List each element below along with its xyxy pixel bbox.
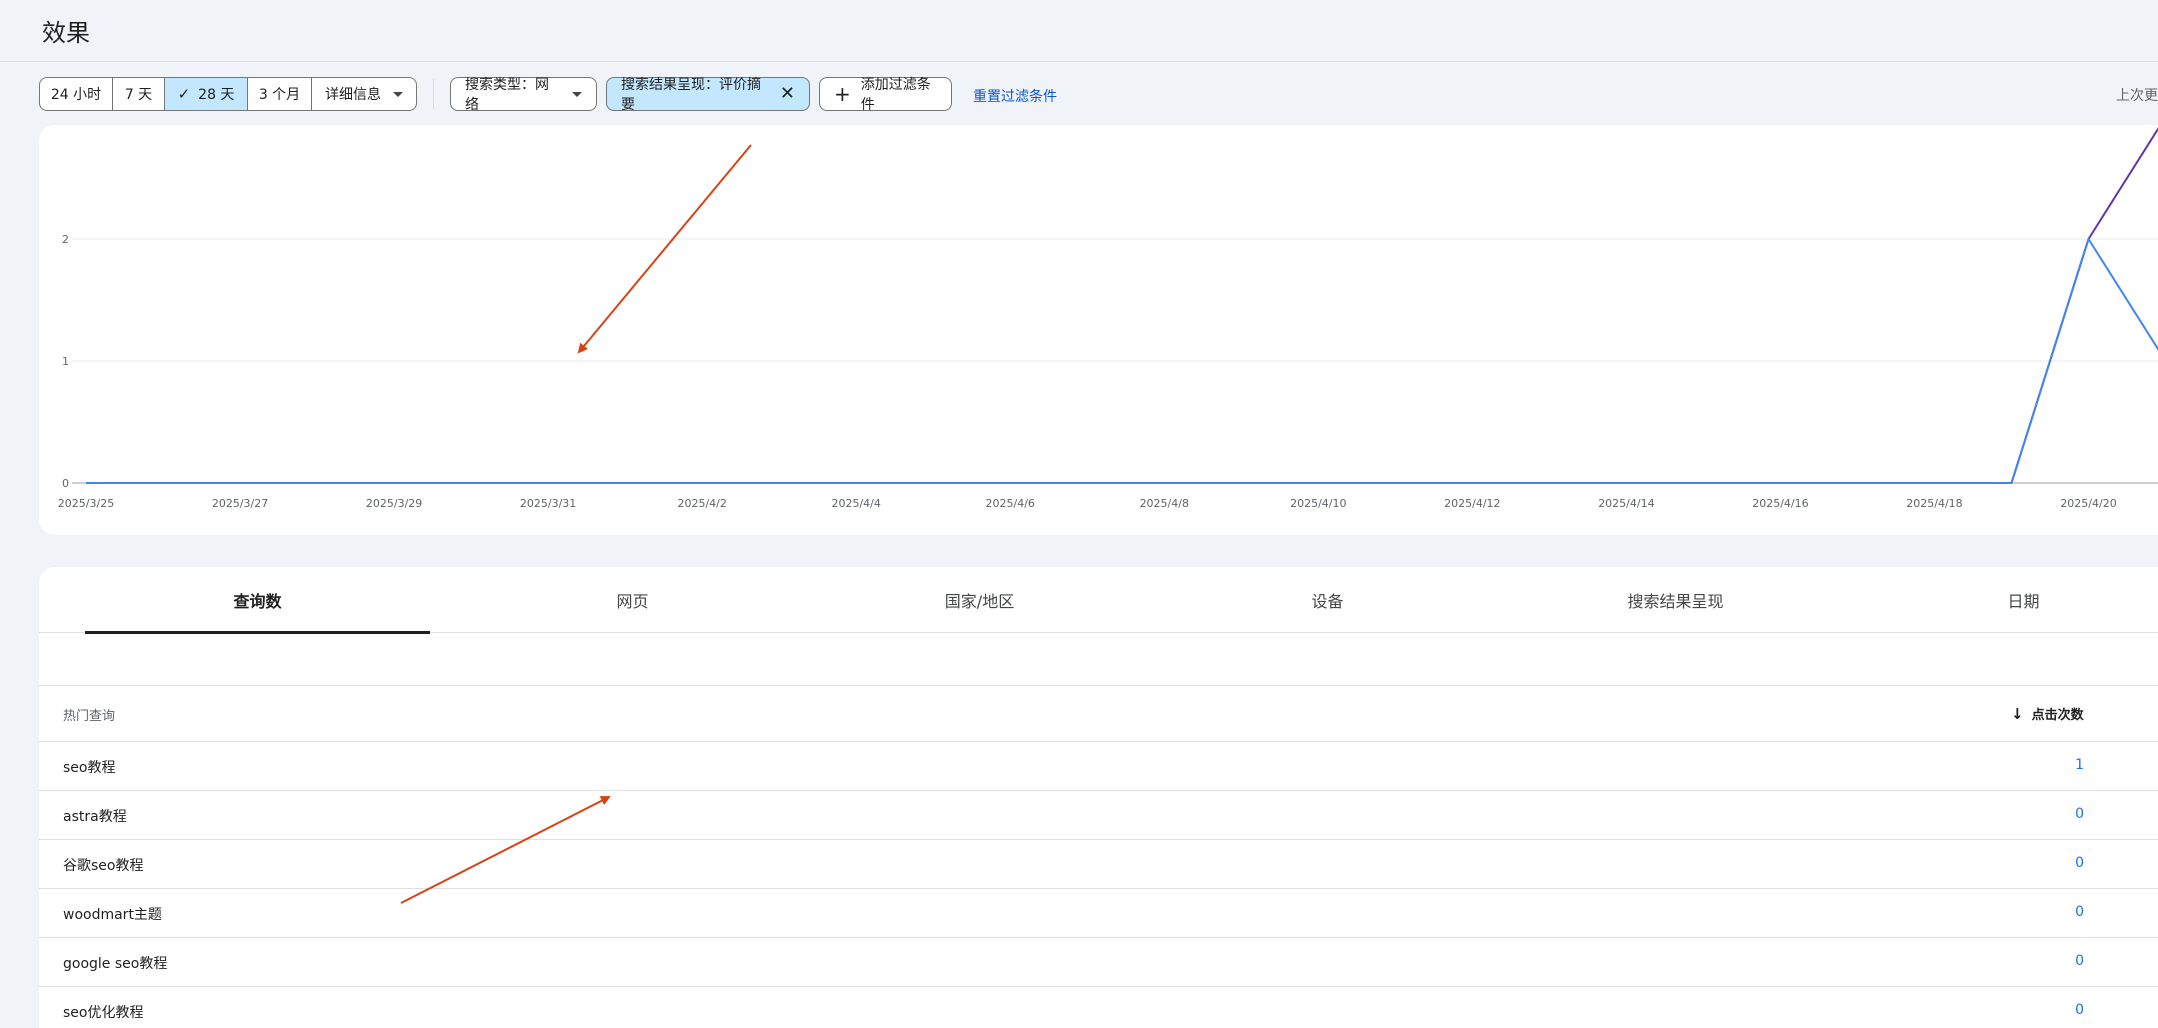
x-tick-label: 2025/4/12 — [1444, 497, 1500, 510]
x-tick-label: 2025/4/8 — [1140, 497, 1189, 510]
page-title: 效果 — [42, 19, 90, 47]
range-28d-button[interactable]: ✓ 28 天 — [165, 78, 248, 110]
table-row[interactable]: google seo教程 0 — [39, 938, 2158, 987]
range-7d-button[interactable]: 7 天 — [113, 78, 165, 110]
close-icon[interactable]: ✕ — [780, 85, 795, 103]
add-filter-button[interactable]: + 添加过滤条件 — [819, 77, 952, 113]
x-tick-label: 2025/3/27 — [212, 497, 268, 510]
x-tick-label: 2025/4/14 — [1598, 497, 1654, 510]
table-row[interactable]: seo优化教程 0 — [39, 987, 2158, 1028]
clicks-cell: 0 — [2075, 806, 2084, 822]
range-label: 28 天 — [198, 87, 235, 103]
table-toolbar — [39, 633, 2158, 686]
range-24h-button[interactable]: 24 小时 — [40, 78, 113, 110]
tab-devices[interactable]: 设备 — [1155, 567, 1500, 633]
y-tick-label: 1 — [62, 355, 69, 368]
page-header: 效果 — [0, 0, 2158, 62]
range-label: 详细信息 — [325, 87, 381, 103]
date-range-selector: 24 小时 7 天 ✓ 28 天 3 个月 详细信息 — [39, 77, 417, 111]
check-icon: ✓ — [177, 85, 191, 103]
tab-search-appearance[interactable]: 搜索结果呈现 — [1503, 567, 1848, 633]
x-tick-label: 2025/4/18 — [1906, 497, 1962, 510]
x-tick-label: 2025/4/4 — [831, 497, 880, 510]
clicks-cell: 0 — [2075, 953, 2084, 969]
filter-divider — [433, 79, 434, 109]
query-cell: astra教程 — [63, 809, 127, 825]
last-updated-text: 上次更新日期 — [2116, 88, 2158, 104]
tab-queries[interactable]: 查询数 — [85, 567, 430, 634]
chip-label: 搜索类型：网络 — [465, 77, 549, 113]
x-tick-label: 2025/3/25 — [58, 497, 114, 510]
tab-pages[interactable]: 网页 — [460, 567, 805, 633]
clicks-cell: 1 — [2075, 757, 2084, 773]
range-label: 3 个月 — [258, 87, 301, 103]
reset-filters-link[interactable]: 重置过滤条件 — [973, 86, 1057, 106]
tab-countries[interactable]: 国家/地区 — [807, 567, 1152, 633]
query-cell: woodmart主题 — [63, 907, 162, 923]
dimension-tabs: 查询数 网页 国家/地区 设备 搜索结果呈现 日期 — [39, 567, 2158, 634]
query-cell: seo优化教程 — [63, 1005, 144, 1021]
filter-bar: 24 小时 7 天 ✓ 28 天 3 个月 详细信息 搜索类型：网络 搜索结果呈现… — [39, 77, 2158, 113]
query-cell: seo教程 — [63, 760, 116, 776]
range-3m-button[interactable]: 3 个月 — [248, 78, 312, 110]
search-type-chip[interactable]: 搜索类型：网络 — [450, 77, 597, 113]
x-tick-label: 2025/4/20 — [2060, 497, 2116, 510]
performance-chart: 0 1 2 2025/3/25 2025/3/27 2025/3/29 2025/3/31 2… — [39, 125, 2158, 535]
chip-label: 搜索结果呈现：评价摘要 — [621, 77, 761, 113]
range-details-dropdown[interactable]: 详细信息 — [312, 78, 416, 110]
x-tick-label: 2025/3/29 — [366, 497, 422, 510]
table-row[interactable]: 谷歌seo教程 0 — [39, 840, 2158, 889]
clicks-cell: 0 — [2075, 855, 2084, 871]
chevron-down-icon — [572, 91, 582, 97]
header-clicks[interactable]: ↓ 点击次数 — [2011, 704, 2084, 724]
header-top-queries[interactable]: 热门查询 — [63, 705, 115, 724]
add-filter-label: 添加过滤条件 — [860, 77, 931, 113]
tab-dates[interactable]: 日期 — [1851, 567, 2158, 633]
query-cell: 谷歌seo教程 — [63, 858, 144, 874]
y-tick-label: 0 — [62, 477, 69, 490]
x-tick-label: 2025/4/2 — [677, 497, 726, 510]
table-row[interactable]: seo教程 1 — [39, 742, 2158, 791]
x-tick-label: 2025/3/31 — [520, 497, 576, 510]
plus-icon: + — [834, 82, 851, 106]
y-tick-label: 2 — [62, 233, 69, 246]
x-tick-label: 2025/4/6 — [986, 497, 1035, 510]
line-chart: 0 1 2 2025/3/25 2025/3/27 2025/3/29 2025/3/31 2… — [58, 127, 2158, 510]
table-row[interactable]: astra教程 0 — [39, 791, 2158, 840]
range-label: 7 天 — [124, 87, 153, 103]
query-cell: google seo教程 — [63, 956, 168, 972]
clicks-cell: 0 — [2075, 1002, 2084, 1018]
table-row[interactable]: woodmart主题 0 — [39, 889, 2158, 938]
range-label: 24 小时 — [50, 87, 102, 103]
header-clicks-label: 点击次数 — [2031, 708, 2084, 723]
x-tick-label: 2025/4/10 — [1290, 497, 1346, 510]
search-appearance-chip[interactable]: 搜索结果呈现：评价摘要 ✕ — [606, 77, 810, 113]
x-tick-label: 2025/4/16 — [1752, 497, 1808, 510]
chevron-down-icon — [393, 91, 403, 97]
results-table-card: 查询数 网页 国家/地区 设备 搜索结果呈现 日期 热门查询 ↓ 点击次数 se… — [39, 567, 2158, 1028]
clicks-cell: 0 — [2075, 904, 2084, 920]
sort-down-arrow-icon: ↓ — [2011, 704, 2024, 723]
series-line — [86, 127, 2158, 484]
table-header: 热门查询 ↓ 点击次数 — [39, 686, 2158, 742]
